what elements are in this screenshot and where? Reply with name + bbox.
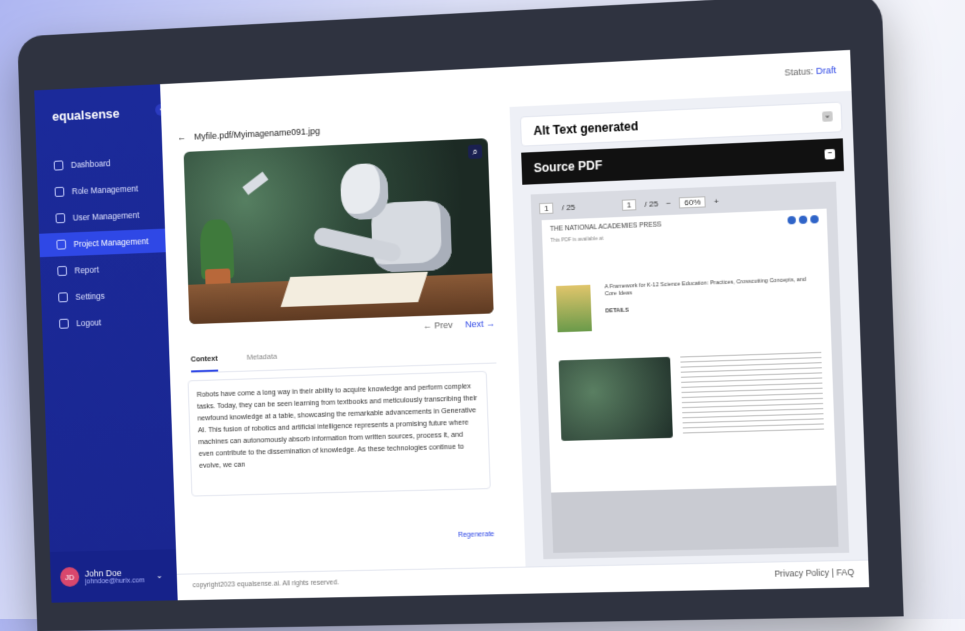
- sidebar-nav: Dashboard Role Management User Managemen…: [36, 149, 168, 339]
- main-area: Status: Draft ← Myfile.pdf/Myimagename09…: [160, 49, 870, 601]
- page-input[interactable]: 1: [538, 202, 554, 214]
- tab-metadata[interactable]: Metadata: [246, 348, 278, 371]
- user-profile[interactable]: JD John Doe johndoe@hurix.com ⌄: [49, 549, 178, 603]
- project-icon: [56, 239, 67, 250]
- source-pdf-title: Source PDF: [533, 158, 603, 176]
- sidebar-item-label: Logout: [76, 317, 102, 329]
- share-icons: [787, 215, 819, 225]
- twitter-icon[interactable]: [798, 215, 808, 225]
- page-total-secondary: / 25: [644, 198, 659, 209]
- chevron-down-icon[interactable]: ⌄: [156, 571, 163, 580]
- sidebar-item-label: Role Management: [71, 183, 139, 197]
- context-textarea[interactable]: Robots have come a long way in their abi…: [187, 370, 491, 497]
- sidebar-item-label: Dashboard: [70, 158, 111, 170]
- book-cover: [556, 284, 592, 333]
- paper-shape: [280, 271, 428, 308]
- logout-icon: [59, 318, 69, 329]
- availability-text: This PDF is available at: [550, 235, 604, 244]
- zoom-out-button[interactable]: −: [666, 198, 671, 207]
- sidebar-item-dashboard[interactable]: Dashboard: [36, 149, 163, 178]
- facebook-icon[interactable]: [787, 215, 796, 225]
- regenerate-button[interactable]: Regenerate: [458, 531, 495, 539]
- pdf-footer-band: [551, 485, 839, 553]
- linkedin-icon[interactable]: [810, 215, 819, 224]
- app-logo: equalsense: [51, 105, 120, 124]
- details-label: DETAILS: [605, 307, 629, 315]
- collapse-icon[interactable]: −: [824, 148, 836, 160]
- sidebar-item-label: User Management: [72, 210, 140, 223]
- alt-text-title: Alt Text generated: [533, 119, 639, 139]
- footer-links[interactable]: Privacy Policy | FAQ: [774, 567, 854, 579]
- status-badge: Draft: [815, 64, 837, 77]
- status-indicator: Status: Draft: [784, 65, 836, 78]
- chevron-down-icon[interactable]: ⌄: [822, 111, 833, 122]
- alt-text-panel: Alt Text generated ⌄ Source PDF − 1 / 25…: [509, 90, 869, 568]
- page-total: / 25: [561, 202, 576, 212]
- pdf-robot-image: [558, 356, 673, 441]
- tab-context[interactable]: Context: [190, 349, 219, 373]
- gear-icon: [58, 292, 68, 303]
- tab-bar: Context Metadata: [190, 340, 497, 374]
- sidebar-item-label: Project Management: [73, 236, 149, 249]
- book-title-text: A Framework for K-12 Science Education: …: [604, 276, 807, 298]
- sidebar-item-label: Settings: [75, 290, 105, 302]
- toolbar-spacer: [583, 205, 613, 206]
- pdf-page: THE NATIONAL ACADEMIES PRESS This PDF is…: [541, 208, 839, 553]
- avatar: JD: [59, 566, 80, 587]
- prev-button[interactable]: ← Prev: [423, 320, 453, 331]
- dashboard-icon: [53, 160, 64, 171]
- context-text: Robots have come a long way in their abi…: [196, 381, 478, 470]
- lamp-shape: [242, 171, 269, 196]
- sidebar-item-settings[interactable]: Settings: [41, 282, 168, 310]
- user-icon: [55, 213, 66, 224]
- pdf-body-text: [680, 351, 825, 438]
- user-email: johndoe@hurix.com: [84, 576, 145, 585]
- image-pager: ← Prev Next →: [423, 318, 496, 331]
- image-panel: ← Myfile.pdf/Myimagename091.jpg ⌕ ← Prev: [161, 106, 527, 575]
- sidebar-item-report[interactable]: Report: [40, 255, 167, 283]
- sidebar-item-logout[interactable]: Logout: [42, 308, 169, 336]
- laptop-frame: equalsense ‹ Dashboard Role Management U…: [17, 0, 904, 631]
- book-title: A Framework for K-12 Science Education: …: [604, 276, 819, 315]
- zoom-in-button[interactable]: +: [714, 196, 719, 205]
- sidebar-item-label: Report: [74, 264, 99, 276]
- publisher-name: THE NATIONAL ACADEMIES PRESS: [549, 221, 662, 233]
- status-label: Status:: [784, 66, 814, 78]
- robot-head-shape: [339, 162, 389, 221]
- page-input-secondary[interactable]: 1: [621, 198, 637, 211]
- sidebar-item-project-management[interactable]: Project Management: [39, 228, 166, 258]
- robot-body-shape: [370, 199, 453, 273]
- sidebar-item-user-management[interactable]: User Management: [38, 202, 165, 231]
- zoom-icon[interactable]: ⌕: [467, 144, 483, 160]
- copyright-text: copyright2023 equalsense.ai. All rights …: [192, 579, 340, 590]
- back-arrow-icon[interactable]: ←: [177, 132, 186, 142]
- file-path: Myfile.pdf/Myimagename091.jpg: [194, 125, 321, 142]
- source-pdf-header[interactable]: Source PDF −: [521, 138, 844, 185]
- screen: equalsense ‹ Dashboard Role Management U…: [34, 49, 870, 603]
- zoom-level[interactable]: 60%: [678, 195, 706, 208]
- sidebar: equalsense ‹ Dashboard Role Management U…: [34, 84, 178, 603]
- sidebar-item-role-management[interactable]: Role Management: [37, 176, 164, 205]
- pdf-viewer: 1 / 25 1 / 25 − 60% + THE NATIONAL ACADE…: [530, 181, 850, 560]
- breadcrumb: ← Myfile.pdf/Myimagename091.jpg: [177, 126, 320, 143]
- report-icon: [57, 265, 68, 277]
- robot-image: ⌕: [183, 138, 494, 325]
- roles-icon: [54, 186, 65, 197]
- next-button[interactable]: Next →: [465, 318, 495, 329]
